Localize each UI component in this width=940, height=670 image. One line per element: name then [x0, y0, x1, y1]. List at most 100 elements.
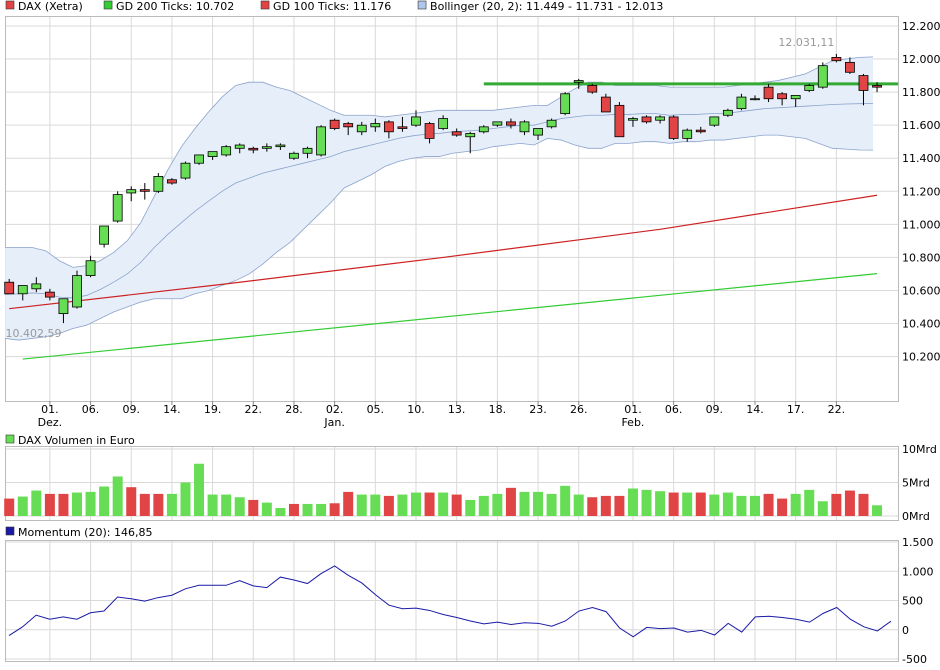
volume-bar [302, 503, 313, 516]
volume-bar [383, 495, 394, 516]
x-tick-label: 01. [624, 403, 642, 416]
price-y-tick-label: 12.000 [902, 53, 940, 66]
volume-bar [641, 489, 652, 516]
candle-body [804, 85, 815, 91]
candle-body [546, 119, 557, 128]
volume-bar [736, 495, 747, 516]
candle-body [167, 179, 177, 184]
volume-bar [478, 495, 489, 516]
x-tick-label: 01. [41, 403, 59, 416]
volume-bar [573, 494, 584, 516]
x-tick-label: 18. [489, 403, 507, 416]
date-x-axis: 01.Dez.06. 09. 14. 19. 22. 28. 02.Jan.05. 10. 13… [38, 401, 845, 429]
candle-body [519, 121, 530, 133]
volume-y-axis: 10Mrd 5Mrd 0Mrd [902, 443, 937, 523]
candle-body [438, 118, 449, 129]
legend-swatch [260, 0, 270, 10]
candle-body [533, 128, 543, 136]
momentum-y-tick-label: 0 [902, 624, 909, 637]
candle-body [194, 154, 204, 164]
volume-bar [261, 502, 272, 516]
candle-body [817, 65, 828, 88]
volume-y-tick-label: 0Mrd [902, 510, 930, 523]
candle-body [614, 104, 625, 138]
volume-bar [221, 494, 232, 516]
volume-bar [248, 499, 259, 516]
candle-body [478, 126, 489, 133]
candle-body [736, 96, 747, 110]
candle-body [397, 126, 408, 129]
candle-body [492, 121, 503, 126]
candle-body [275, 144, 286, 148]
volume-bar [872, 505, 883, 516]
candle-body [4, 281, 15, 295]
volume-y-tick-label: 5Mrd [902, 477, 930, 490]
stock-chart-canvas: 12.031,1110.402,59 10.20010.40010.60010.… [4, 0, 940, 666]
candle-body [58, 298, 69, 315]
legend-label: DAX Volumen in Euro [18, 434, 135, 447]
candle-body [99, 225, 110, 245]
volume-y-tick-label: 10Mrd [902, 443, 937, 456]
candle-body [207, 151, 218, 157]
candle-body [139, 189, 150, 192]
volume-bar [72, 492, 82, 516]
volume-bar [709, 494, 720, 516]
price-panel: 12.031,1110.402,59 10.20010.40010.60010.… [4, 0, 940, 429]
volume-bar [560, 485, 571, 516]
volume-bar [533, 491, 544, 516]
volume-bar [44, 493, 55, 516]
candle-body [831, 57, 842, 62]
candle-body [655, 116, 665, 121]
x-tick-label: 22. [245, 403, 263, 416]
momentum-panel: -500 0 500 1.000 1.500 Momentum (20): 146,85 [5, 526, 934, 666]
volume-bar [465, 499, 476, 516]
x-tick-month-label: Feb. [621, 416, 644, 429]
price-y-tick-label: 11.000 [902, 218, 940, 231]
candle-body [126, 189, 137, 194]
candle-body [722, 109, 733, 116]
volume-bar [655, 491, 666, 516]
volume-bar [194, 463, 205, 516]
price-y-tick-label: 11.600 [902, 119, 940, 132]
volume-bar [316, 503, 327, 516]
candle-body [248, 147, 259, 151]
legend-swatch [5, 434, 15, 444]
candle-body [85, 260, 96, 277]
candle-body [709, 116, 720, 126]
volume-bar [695, 492, 706, 516]
volume-bar [600, 495, 611, 516]
volume-bar [790, 493, 801, 516]
legend-label: Bollinger (20, 2): 11.449 - 11.731 - 12.… [430, 0, 663, 13]
legend-swatch [5, 526, 15, 536]
price-extreme-label: 12.031,11 [778, 36, 834, 49]
candle-body [682, 129, 693, 139]
volume-bar [492, 493, 503, 516]
price-y-axis: 10.200 10.400 10.600 10.800 11.000 11.200 11.4… [902, 20, 940, 364]
candle-body [343, 123, 354, 128]
price-y-tick-label: 12.200 [902, 20, 940, 33]
candle-body [370, 123, 381, 128]
volume-bar [207, 494, 218, 516]
volume-bar [817, 501, 828, 516]
candle-body [695, 129, 706, 133]
momentum-y-axis: -500 0 500 1.000 1.500 [902, 536, 934, 666]
price-y-tick-label: 11.400 [902, 152, 940, 165]
candle-body [289, 152, 299, 159]
x-tick-label: 05. [367, 403, 385, 416]
volume-bar [112, 476, 123, 516]
x-tick-label: 28. [285, 403, 303, 416]
momentum-legend: Momentum (20): 146,85 [5, 526, 152, 539]
x-tick-month-label: Jan. [323, 416, 344, 429]
x-tick-label: 06. [82, 403, 100, 416]
volume-bar [370, 494, 381, 516]
momentum-y-tick-label: 500 [902, 595, 923, 608]
volume-bar [343, 491, 354, 516]
volume-legend: DAX Volumen in Euro [5, 434, 135, 447]
candle-body [356, 124, 367, 133]
volume-bar [17, 496, 28, 516]
price-legend: DAX (Xetra) GD 200 Ticks: 10.702 GD 100 Ti… [5, 0, 663, 13]
volume-bar [763, 493, 774, 516]
volume-bar [31, 490, 42, 516]
legend-swatch [417, 0, 427, 10]
x-tick-label: 13. [448, 403, 466, 416]
